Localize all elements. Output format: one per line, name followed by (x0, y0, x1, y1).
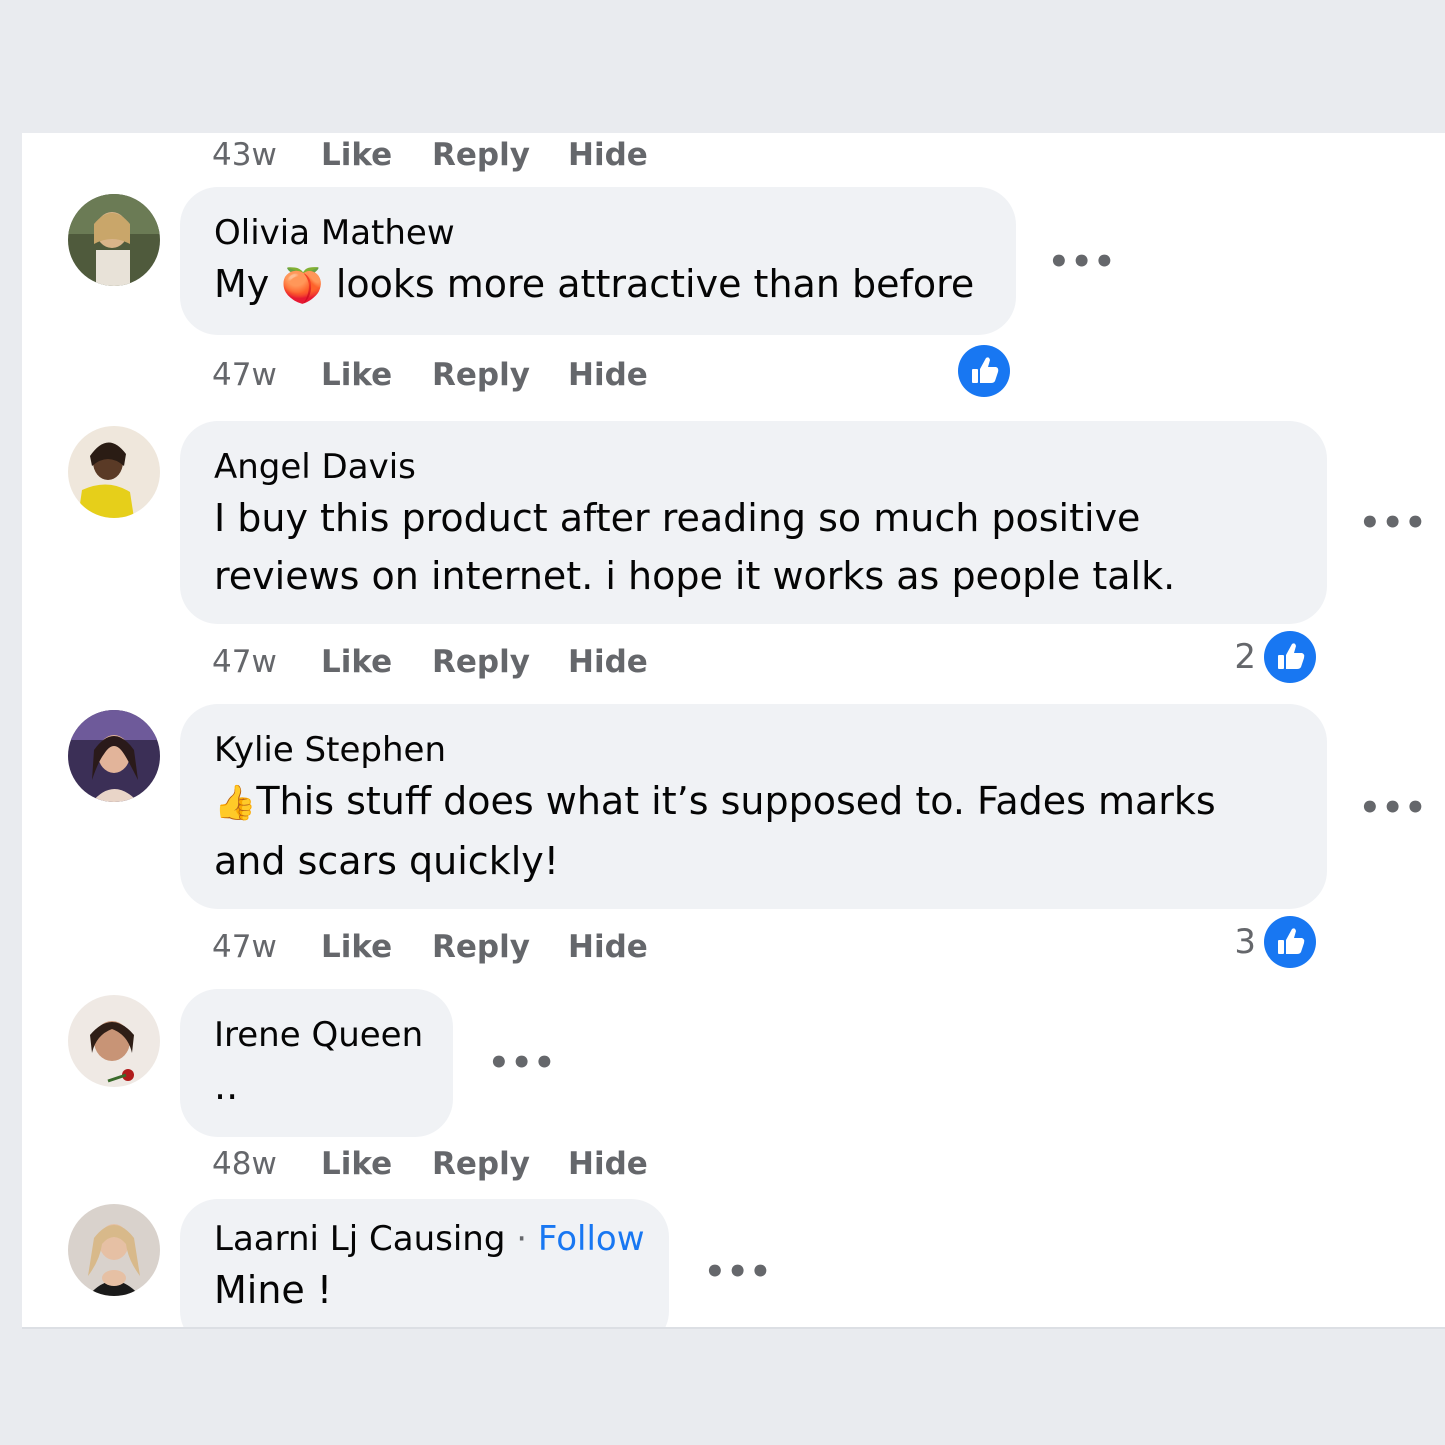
comment-actions: 47w Like Reply Hide (22, 355, 722, 395)
hide-link[interactable]: Hide (568, 355, 648, 395)
comment-bubble: Kylie Stephen 👍This stuff does what it’s… (180, 704, 1327, 909)
comment-bubble: Olivia Mathew My 🍑 looks more attractive… (180, 187, 1016, 335)
reaction-summary[interactable]: 3 (1230, 916, 1316, 968)
comment-text-part: looks more attractive than before (335, 262, 975, 306)
comment-actions: 43w Like Reply Hide (22, 135, 722, 175)
comment-text-part: This stuff does what it’s supposed to. F… (214, 779, 1216, 883)
comment-actions: 47w Like Reply Hide (22, 927, 722, 967)
like-link[interactable]: Like (321, 642, 392, 682)
comment-timestamp[interactable]: 47w (212, 355, 277, 395)
hide-link[interactable]: Hide (568, 1144, 648, 1184)
comment-author: Laarni Lj Causing · Follow (214, 1217, 645, 1261)
hide-link[interactable]: Hide (568, 135, 648, 175)
like-reaction-icon (958, 345, 1010, 397)
reaction-summary[interactable]: 2 (1230, 631, 1316, 683)
comments-panel: 43w Like Reply Hide Olivia Mathew My 🍑 l… (22, 133, 1445, 1329)
avatar[interactable] (68, 1204, 160, 1296)
comment-timestamp[interactable]: 47w (212, 927, 277, 967)
comment-bubble: Irene Queen .. (180, 989, 453, 1137)
avatar[interactable] (68, 194, 160, 286)
avatar[interactable] (68, 426, 160, 518)
more-options-icon[interactable]: ••• (704, 1255, 772, 1289)
reaction-count: 2 (1234, 637, 1256, 677)
comment-timestamp[interactable]: 43w (212, 135, 277, 175)
reply-link[interactable]: Reply (432, 355, 530, 395)
comment-actions: 48w Like Reply Hide (22, 1144, 722, 1184)
follow-link[interactable]: Follow (538, 1219, 645, 1259)
like-link[interactable]: Like (321, 1144, 392, 1184)
comment-bubble: Angel Davis I buy this product after rea… (180, 421, 1327, 624)
reply-link[interactable]: Reply (432, 1144, 530, 1184)
separator-dot: · (516, 1219, 528, 1259)
like-link[interactable]: Like (321, 355, 392, 395)
reaction-summary[interactable] (932, 345, 1010, 397)
reply-link[interactable]: Reply (432, 927, 530, 967)
comment-text: I buy this product after reading so much… (214, 496, 1176, 598)
comment-text-part: My (214, 262, 270, 306)
like-link[interactable]: Like (321, 135, 392, 175)
reply-link[interactable]: Reply (432, 135, 530, 175)
comment-author-name[interactable]: Laarni Lj Causing (214, 1219, 505, 1259)
comment-text: My 🍑 looks more attractive than before (214, 255, 982, 315)
comment-timestamp[interactable]: 47w (212, 642, 277, 682)
comment-author[interactable]: Kylie Stephen (214, 728, 1293, 772)
comment-timestamp[interactable]: 48w (212, 1144, 277, 1184)
more-options-icon[interactable]: ••• (488, 1046, 556, 1080)
more-options-icon[interactable]: ••• (1048, 245, 1116, 279)
thumbs-up-emoji-icon: 👍 (214, 783, 257, 823)
comment-author[interactable]: Irene Queen (214, 1013, 423, 1057)
avatar[interactable] (68, 995, 160, 1087)
comment-text: .. (214, 1064, 239, 1108)
reply-link[interactable]: Reply (432, 642, 530, 682)
hide-link[interactable]: Hide (568, 927, 648, 967)
reaction-count: 3 (1234, 922, 1256, 962)
more-options-icon[interactable]: ••• (1359, 506, 1427, 540)
avatar[interactable] (68, 710, 160, 802)
like-link[interactable]: Like (321, 927, 392, 967)
peach-emoji-icon: 🍑 (281, 266, 324, 306)
like-reaction-icon (1264, 631, 1316, 683)
comment-text: Mine ! (214, 1268, 333, 1312)
hide-link[interactable]: Hide (568, 642, 648, 682)
comment-author[interactable]: Olivia Mathew (214, 211, 982, 255)
comment-text: 👍This stuff does what it’s supposed to. … (214, 772, 1293, 890)
comment-bubble: Laarni Lj Causing · Follow Mine ! (180, 1199, 669, 1327)
comment-actions: 47w Like Reply Hide (22, 642, 722, 682)
like-reaction-icon (1264, 916, 1316, 968)
comment-author[interactable]: Angel Davis (214, 445, 1293, 489)
more-options-icon[interactable]: ••• (1359, 791, 1427, 825)
